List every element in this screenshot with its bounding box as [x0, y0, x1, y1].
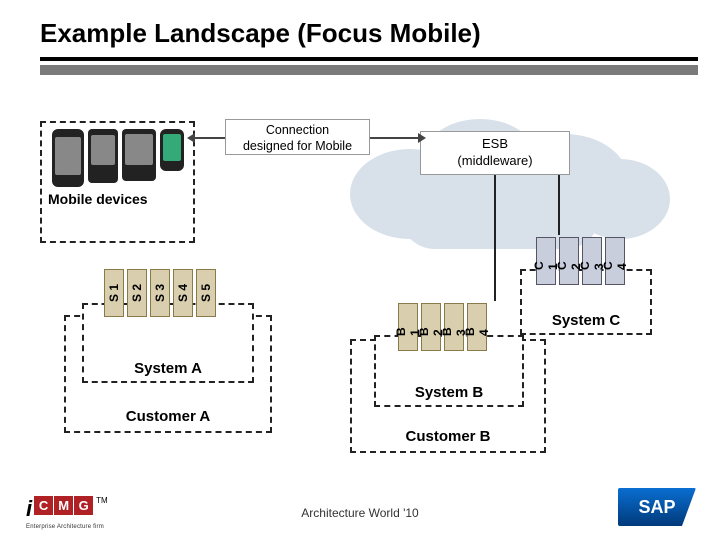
system-a-label: System A — [84, 360, 252, 377]
connection-label-box: Connection designed for Mobile — [225, 119, 370, 155]
connector-esb-systemc — [558, 175, 560, 235]
connection-label-line2: designed for Mobile — [226, 138, 369, 154]
customer-a-label: Customer A — [66, 408, 270, 425]
phone-icon — [52, 129, 84, 187]
system-a-services: S 1 S 2 S 3 S 4 S 5 — [104, 269, 216, 317]
service-pillar: S 3 — [150, 269, 170, 317]
system-a-group: S 1 S 2 S 3 S 4 S 5 System A — [82, 303, 254, 383]
logo-tile: M — [54, 496, 73, 515]
phone-icon — [160, 129, 184, 171]
sap-logo: SAP — [618, 488, 696, 526]
trademark: TM — [96, 496, 108, 505]
customer-a-group: S 1 S 2 S 3 S 4 S 5 System A Customer A — [64, 315, 272, 433]
footer: Architecture World '10 i C M G TM Enterp… — [0, 480, 720, 540]
service-pillar: C 2 — [559, 237, 579, 285]
service-pillar: S 1 — [104, 269, 124, 317]
service-pillar: C 4 — [605, 237, 625, 285]
service-pillar: S 5 — [196, 269, 216, 317]
service-pillar: B 1 — [398, 303, 418, 351]
service-pillar: C 1 — [536, 237, 556, 285]
logo-subtitle: Enterprise Architecture firm — [26, 524, 104, 530]
esb-label-line2: (middleware) — [421, 153, 569, 170]
system-c-label: System C — [522, 312, 650, 329]
diagram-canvas: ESB (middleware) Mobile devices Connecti… — [0, 81, 720, 481]
system-b-services: B 1 B 2 B 3 B 4 — [398, 303, 487, 351]
mobile-devices-label: Mobile devices — [42, 189, 193, 211]
system-c-services: C 1 C 2 C 3 C 4 — [536, 237, 625, 285]
system-c-group: C 1 C 2 C 3 C 4 System C — [520, 269, 652, 335]
mobile-devices-group: Mobile devices — [40, 121, 195, 243]
service-pillar: B 2 — [421, 303, 441, 351]
esb-label-line1: ESB — [421, 136, 569, 153]
arrow-conn-to-mobiles — [195, 137, 225, 139]
arrow-conn-to-esb — [370, 137, 418, 139]
esb-box: ESB (middleware) — [420, 131, 570, 175]
service-pillar: B 3 — [444, 303, 464, 351]
slide-title: Example Landscape (Focus Mobile) — [0, 0, 720, 57]
system-b-group: B 1 B 2 B 3 B 4 System B — [374, 335, 524, 407]
connector-esb-systemb — [494, 175, 496, 301]
service-pillar: C 3 — [582, 237, 602, 285]
customer-b-group: B 1 B 2 B 3 B 4 System B Customer B — [350, 339, 546, 453]
system-b-label: System B — [376, 384, 522, 401]
footer-caption: Architecture World '10 — [0, 506, 720, 520]
logo-tile: C — [34, 496, 53, 515]
title-rule — [40, 57, 698, 75]
service-pillar: S 2 — [127, 269, 147, 317]
icmg-logo: i C M G TM Enterprise Architecture firm — [26, 496, 108, 530]
service-pillar: B 4 — [467, 303, 487, 351]
service-pillar: S 4 — [173, 269, 193, 317]
phone-icon — [122, 129, 156, 181]
logo-tile: G — [74, 496, 93, 515]
phone-icon — [88, 129, 118, 183]
customer-b-label: Customer B — [352, 428, 544, 445]
connection-label-line1: Connection — [226, 122, 369, 138]
